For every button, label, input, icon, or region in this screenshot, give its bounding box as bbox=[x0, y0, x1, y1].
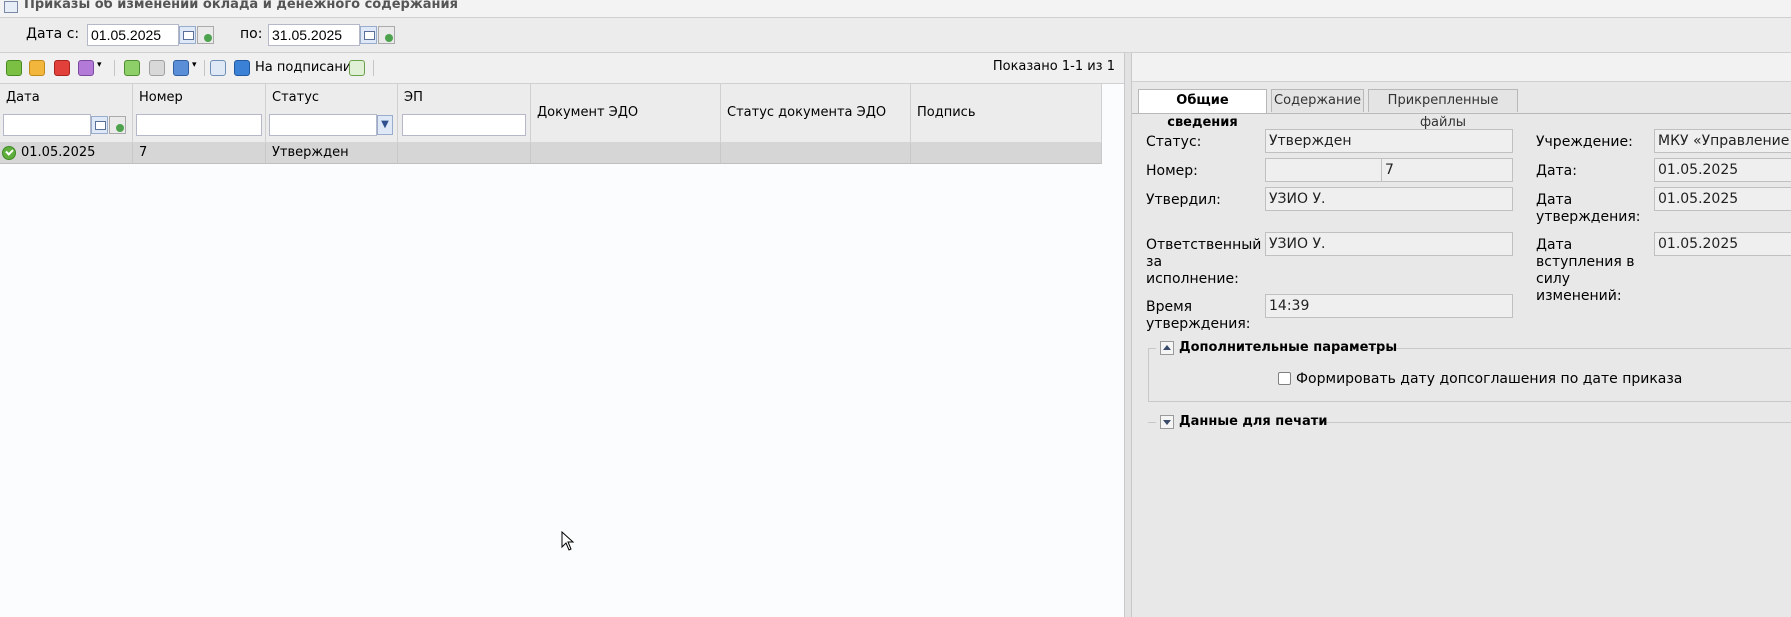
status-field[interactable]: Утвержден bbox=[1265, 129, 1513, 153]
clear-date-icon[interactable] bbox=[378, 26, 395, 44]
calendar-icon[interactable] bbox=[360, 26, 377, 44]
cell-number[interactable]: 7 bbox=[133, 143, 266, 163]
send-for-signing-button[interactable]: На подписание bbox=[255, 60, 359, 75]
column-header-edo-document[interactable]: Документ ЭДО bbox=[531, 84, 721, 142]
tab-strip-line bbox=[1132, 113, 1791, 114]
refresh-icon[interactable] bbox=[349, 60, 365, 76]
toolbar-separator bbox=[373, 60, 374, 76]
approval-time-field[interactable]: 14:39 bbox=[1265, 294, 1513, 318]
window-icon bbox=[4, 1, 18, 13]
responsible-field[interactable]: УЗИО У. bbox=[1265, 232, 1513, 256]
cell-edo-document[interactable] bbox=[531, 143, 721, 163]
date-by-order-label: Формировать дату допсоглашения по дате п… bbox=[1296, 371, 1683, 387]
tab-general[interactable]: Общие сведения bbox=[1138, 89, 1267, 130]
approved-by-label: Утвердил: bbox=[1146, 192, 1221, 208]
approval-date-field[interactable]: 01.05.2025 bbox=[1654, 187, 1791, 211]
effective-date-field[interactable]: 01.05.2025 bbox=[1654, 232, 1791, 256]
date-from-label: Дата с: bbox=[26, 26, 80, 42]
paging-info: Показано 1-1 из 1 bbox=[992, 59, 1115, 74]
list-toolbar bbox=[0, 53, 1124, 84]
clear-date-icon[interactable] bbox=[197, 26, 214, 44]
cell-date[interactable]: 01.05.2025 bbox=[14, 143, 133, 163]
edit-icon[interactable] bbox=[29, 60, 45, 76]
status-filter-input[interactable] bbox=[269, 114, 377, 136]
print-icon[interactable] bbox=[173, 60, 189, 76]
extra-params-title: Дополнительные параметры bbox=[1179, 340, 1398, 355]
export-icon[interactable] bbox=[210, 60, 226, 76]
expand-icon[interactable] bbox=[1160, 415, 1174, 429]
date-to-label: по: bbox=[240, 26, 263, 42]
effective-date-label: Дата вступления в силу изменений: bbox=[1536, 237, 1635, 304]
status-dropdown-icon[interactable]: ▼ bbox=[377, 115, 393, 135]
institution-field[interactable]: МКУ «Управление зем bbox=[1654, 129, 1791, 153]
date-label: Дата: bbox=[1536, 163, 1577, 179]
date-by-order-checkbox[interactable] bbox=[1278, 372, 1291, 385]
tab-content[interactable]: Содержание bbox=[1271, 89, 1364, 112]
column-header-signature[interactable]: Подпись bbox=[911, 84, 1102, 142]
clear-date-icon[interactable] bbox=[109, 116, 126, 134]
check-icon[interactable] bbox=[149, 60, 165, 76]
approval-date-label: Дата утверждения: bbox=[1536, 192, 1641, 225]
collapse-icon[interactable] bbox=[1160, 341, 1174, 355]
date-filter-input[interactable] bbox=[3, 114, 91, 136]
details-header bbox=[1132, 53, 1791, 82]
status-label: Статус: bbox=[1146, 134, 1202, 150]
delete-icon[interactable] bbox=[54, 60, 70, 76]
cell-status[interactable]: Утвержден bbox=[266, 143, 398, 163]
approval-time-label: Время утверждения: bbox=[1146, 299, 1251, 332]
window-titlebar: Приказы об изменении оклада и денежного … bbox=[0, 0, 1791, 18]
cell-ep[interactable] bbox=[398, 143, 531, 163]
number-label: Номер: bbox=[1146, 163, 1198, 179]
responsible-label: Ответственный за исполнение: bbox=[1146, 237, 1262, 287]
dropdown-arrow-icon[interactable]: ▾ bbox=[192, 60, 197, 70]
settings-icon[interactable] bbox=[78, 60, 94, 76]
add-icon[interactable] bbox=[6, 60, 22, 76]
institution-label: Учреждение: bbox=[1536, 134, 1633, 150]
date-field[interactable]: 01.05.2025 bbox=[1654, 158, 1791, 182]
date-from-input[interactable] bbox=[87, 24, 179, 46]
calendar-icon[interactable] bbox=[179, 26, 196, 44]
toolbar-separator bbox=[114, 60, 115, 76]
tab-attached-files[interactable]: Прикрепленные файлы bbox=[1368, 89, 1518, 130]
column-header-edo-status[interactable]: Статус документа ЭДО bbox=[721, 84, 911, 142]
signing-icon[interactable] bbox=[234, 60, 250, 76]
date-to-input[interactable] bbox=[268, 24, 360, 46]
mouse-cursor-icon bbox=[561, 531, 575, 551]
number-filter-input[interactable] bbox=[136, 114, 262, 136]
approve-icon[interactable] bbox=[124, 60, 140, 76]
print-data-title: Данные для печати bbox=[1179, 414, 1328, 429]
toolbar-separator bbox=[204, 60, 205, 76]
number-field[interactable]: 7 bbox=[1381, 158, 1513, 182]
number-prefix-field[interactable] bbox=[1265, 158, 1382, 182]
dropdown-arrow-icon[interactable]: ▾ bbox=[97, 60, 102, 70]
calendar-icon[interactable] bbox=[91, 116, 108, 134]
window-title: Приказы об изменении оклада и денежного … bbox=[24, 0, 458, 12]
cell-signature[interactable] bbox=[911, 143, 1102, 163]
cell-edo-status[interactable] bbox=[721, 143, 911, 163]
panel-splitter[interactable] bbox=[1124, 53, 1132, 617]
approved-by-field[interactable]: УЗИО У. bbox=[1265, 187, 1513, 211]
ep-filter-input[interactable] bbox=[402, 114, 526, 136]
